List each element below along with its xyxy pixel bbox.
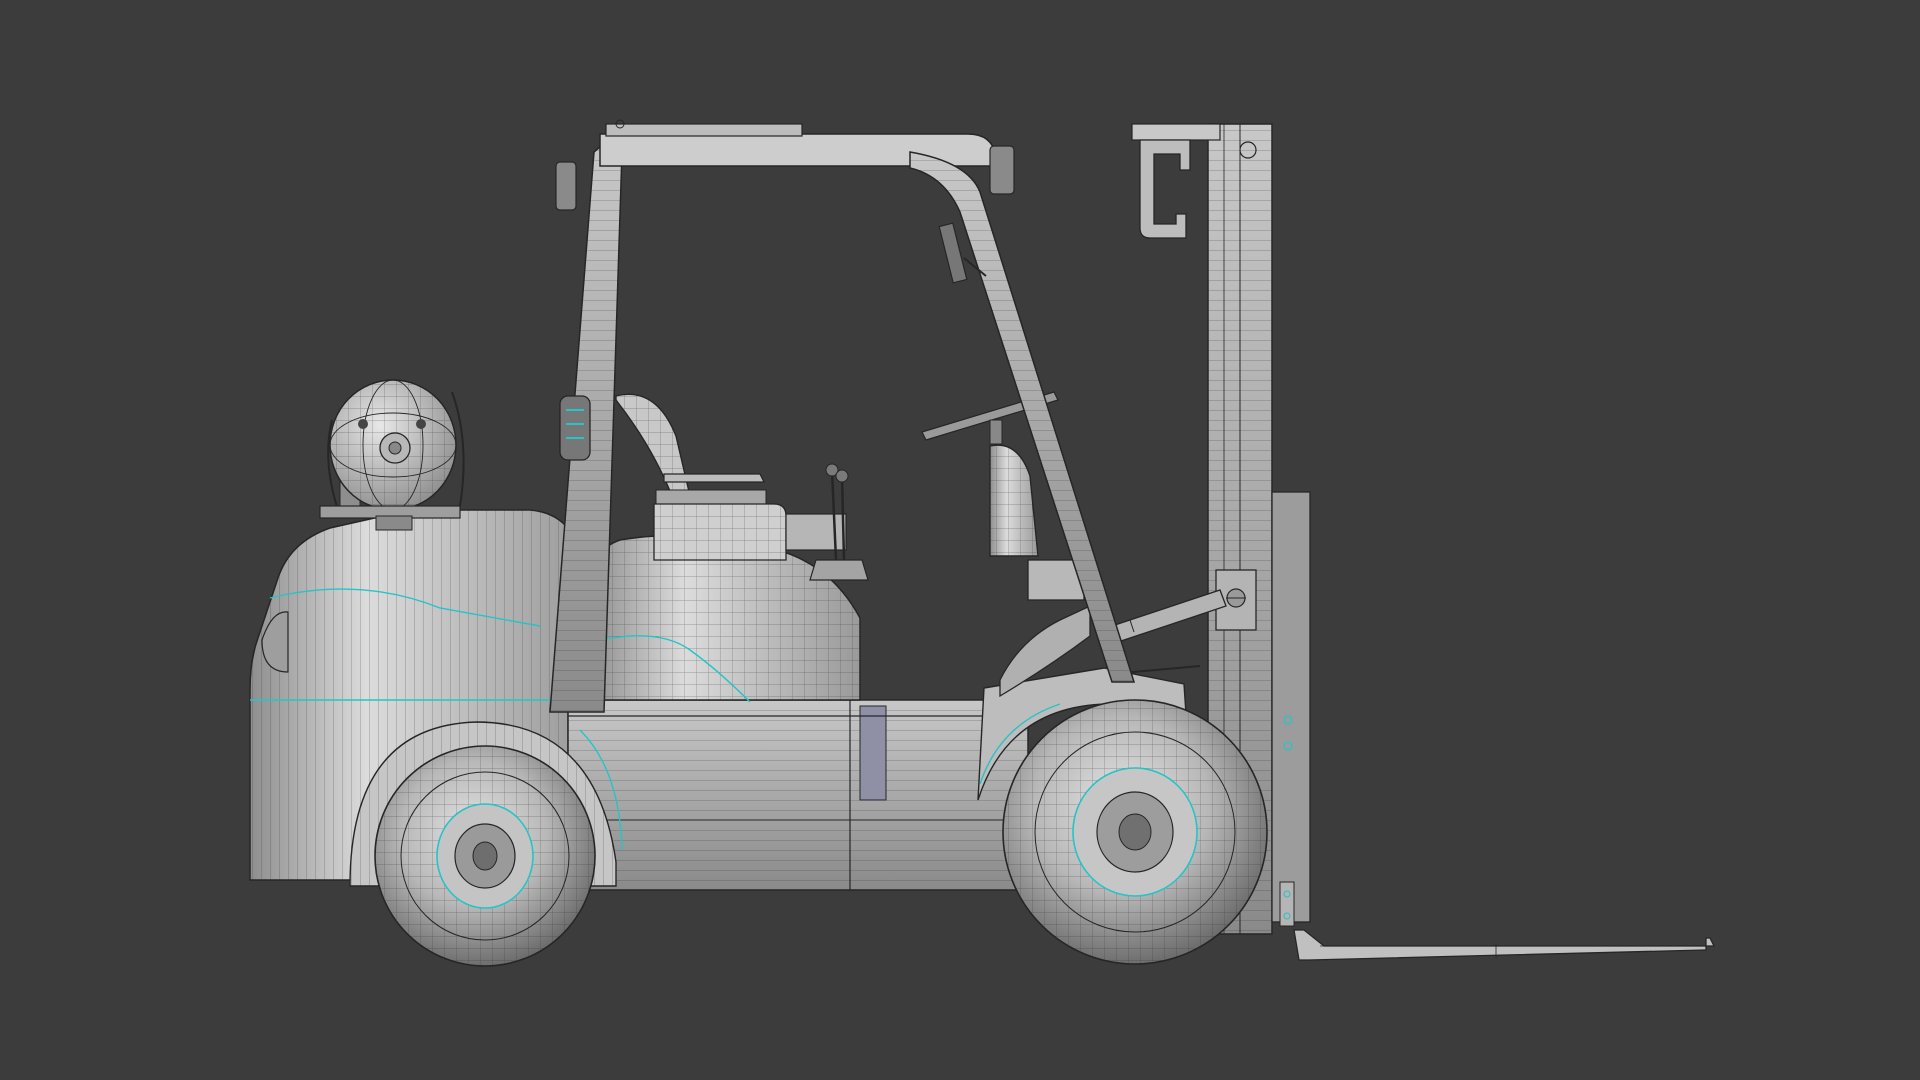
fork xyxy=(1293,929,1716,961)
rear-wheel xyxy=(374,745,596,967)
steering-column xyxy=(921,391,1091,698)
lpg-tank xyxy=(319,379,465,531)
front-wheel xyxy=(1002,699,1268,965)
forklift-model xyxy=(249,119,1716,967)
3d-viewport[interactable] xyxy=(0,0,1920,1080)
operator-seat xyxy=(589,393,869,703)
